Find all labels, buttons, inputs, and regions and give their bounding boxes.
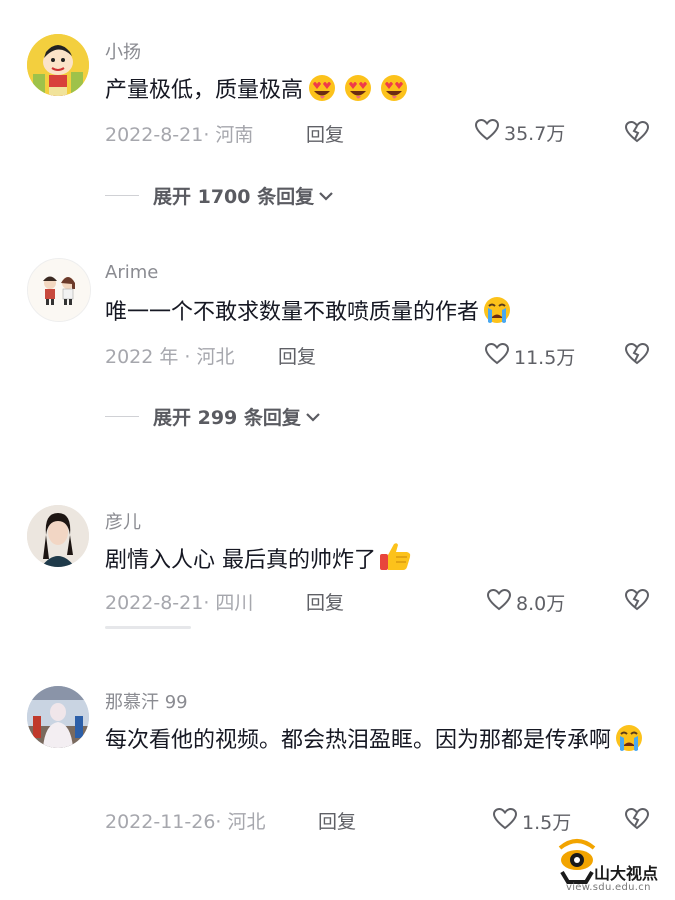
like-button[interactable]: 1.5万 — [492, 807, 571, 836]
chevron-down-icon — [306, 412, 320, 422]
chevron-down-icon — [319, 191, 333, 201]
comment-username[interactable]: 那慕汗 99 — [105, 688, 188, 714]
comment-text: 唯一一个不敢求数量不敢喷质量的作者 — [105, 294, 650, 336]
like-count: 1.5万 — [522, 812, 572, 834]
heart-icon — [474, 118, 500, 147]
thumbs-up-emoji — [378, 540, 412, 584]
heart-icon — [486, 588, 512, 617]
comment-meta: 2022-8-21· 河南 — [105, 124, 254, 146]
heart-eyes-emoji — [305, 72, 339, 114]
heart-icon — [484, 342, 510, 371]
like-button[interactable]: 35.7万 — [474, 118, 565, 147]
heart-icon — [492, 807, 518, 836]
comment-text-body: 唯一一个不敢求数量不敢喷质量的作者 — [105, 300, 480, 325]
like-count: 35.7万 — [504, 123, 566, 145]
like-button[interactable]: 11.5万 — [484, 342, 575, 371]
comment-text: 每次看他的视频。都会热泪盈眶。因为那都是传承啊 — [105, 722, 650, 764]
like-count: 8.0万 — [516, 593, 566, 615]
comment-username[interactable]: Arime — [105, 262, 158, 283]
watermark-url: view.sdu.edu.cn — [566, 882, 651, 893]
dislike-button[interactable] — [624, 807, 650, 833]
crying-emoji — [613, 722, 645, 764]
heart-eyes-emoji — [341, 72, 375, 114]
expand-divider-line — [105, 195, 139, 196]
dislike-button[interactable] — [624, 588, 650, 614]
crying-emoji — [481, 294, 513, 336]
avatar[interactable] — [27, 258, 91, 322]
comment-username[interactable]: 彦儿 — [105, 508, 141, 534]
photo-avatar-image — [27, 686, 89, 748]
sdu-view-logo-icon — [556, 838, 598, 884]
watermark-title: 山大视点 — [594, 864, 659, 883]
comment-divider — [105, 626, 191, 629]
broken-heart-icon — [624, 342, 650, 370]
comment-text-body: 每次看他的视频。都会热泪盈眶。因为那都是传承啊 — [105, 728, 612, 753]
comment-username[interactable]: 小扬 — [105, 38, 141, 64]
avatar[interactable] — [27, 686, 89, 748]
comment-text-body: 剧情入人心 最后真的帅炸了 — [105, 548, 376, 573]
reply-button[interactable]: 回复 — [306, 588, 344, 615]
dislike-button[interactable] — [624, 120, 650, 146]
comment-text-body: 产量极低，质量极高 — [105, 78, 304, 103]
like-button[interactable]: 8.0万 — [486, 588, 565, 617]
cartoon-couple-avatar-image — [28, 259, 90, 321]
reply-button[interactable]: 回复 — [278, 342, 316, 369]
comment-meta: 2022-8-21· 四川 — [105, 592, 254, 614]
heart-eyes-emoji — [377, 72, 411, 114]
comment-meta: 2022 年 · 河北 — [105, 346, 235, 368]
cartoon-avatar-image — [27, 34, 89, 96]
like-count: 11.5万 — [514, 347, 576, 369]
comment-meta: 2022-11-26· 河北 — [105, 811, 266, 833]
expand-replies-button[interactable]: 展开 299 条回复 — [105, 403, 321, 430]
expand-replies-button[interactable]: 展开 1700 条回复 — [105, 182, 334, 209]
dislike-button[interactable] — [624, 342, 650, 368]
broken-heart-icon — [624, 588, 650, 616]
comment-text: 产量极低，质量极高 — [105, 72, 650, 114]
portrait-avatar-image — [27, 505, 89, 567]
broken-heart-icon — [624, 120, 650, 148]
expand-replies-label: 展开 299 条回复 — [153, 407, 301, 429]
broken-heart-icon — [624, 807, 650, 835]
expand-divider-line — [105, 416, 139, 417]
avatar[interactable] — [27, 505, 89, 567]
avatar[interactable] — [27, 34, 89, 96]
reply-button[interactable]: 回复 — [318, 807, 356, 834]
comment-text: 剧情入人心 最后真的帅炸了 — [105, 540, 650, 584]
reply-button[interactable]: 回复 — [306, 120, 344, 147]
expand-replies-label: 展开 1700 条回复 — [153, 186, 315, 208]
watermark: 山大视点 view.sdu.edu.cn — [556, 838, 672, 896]
